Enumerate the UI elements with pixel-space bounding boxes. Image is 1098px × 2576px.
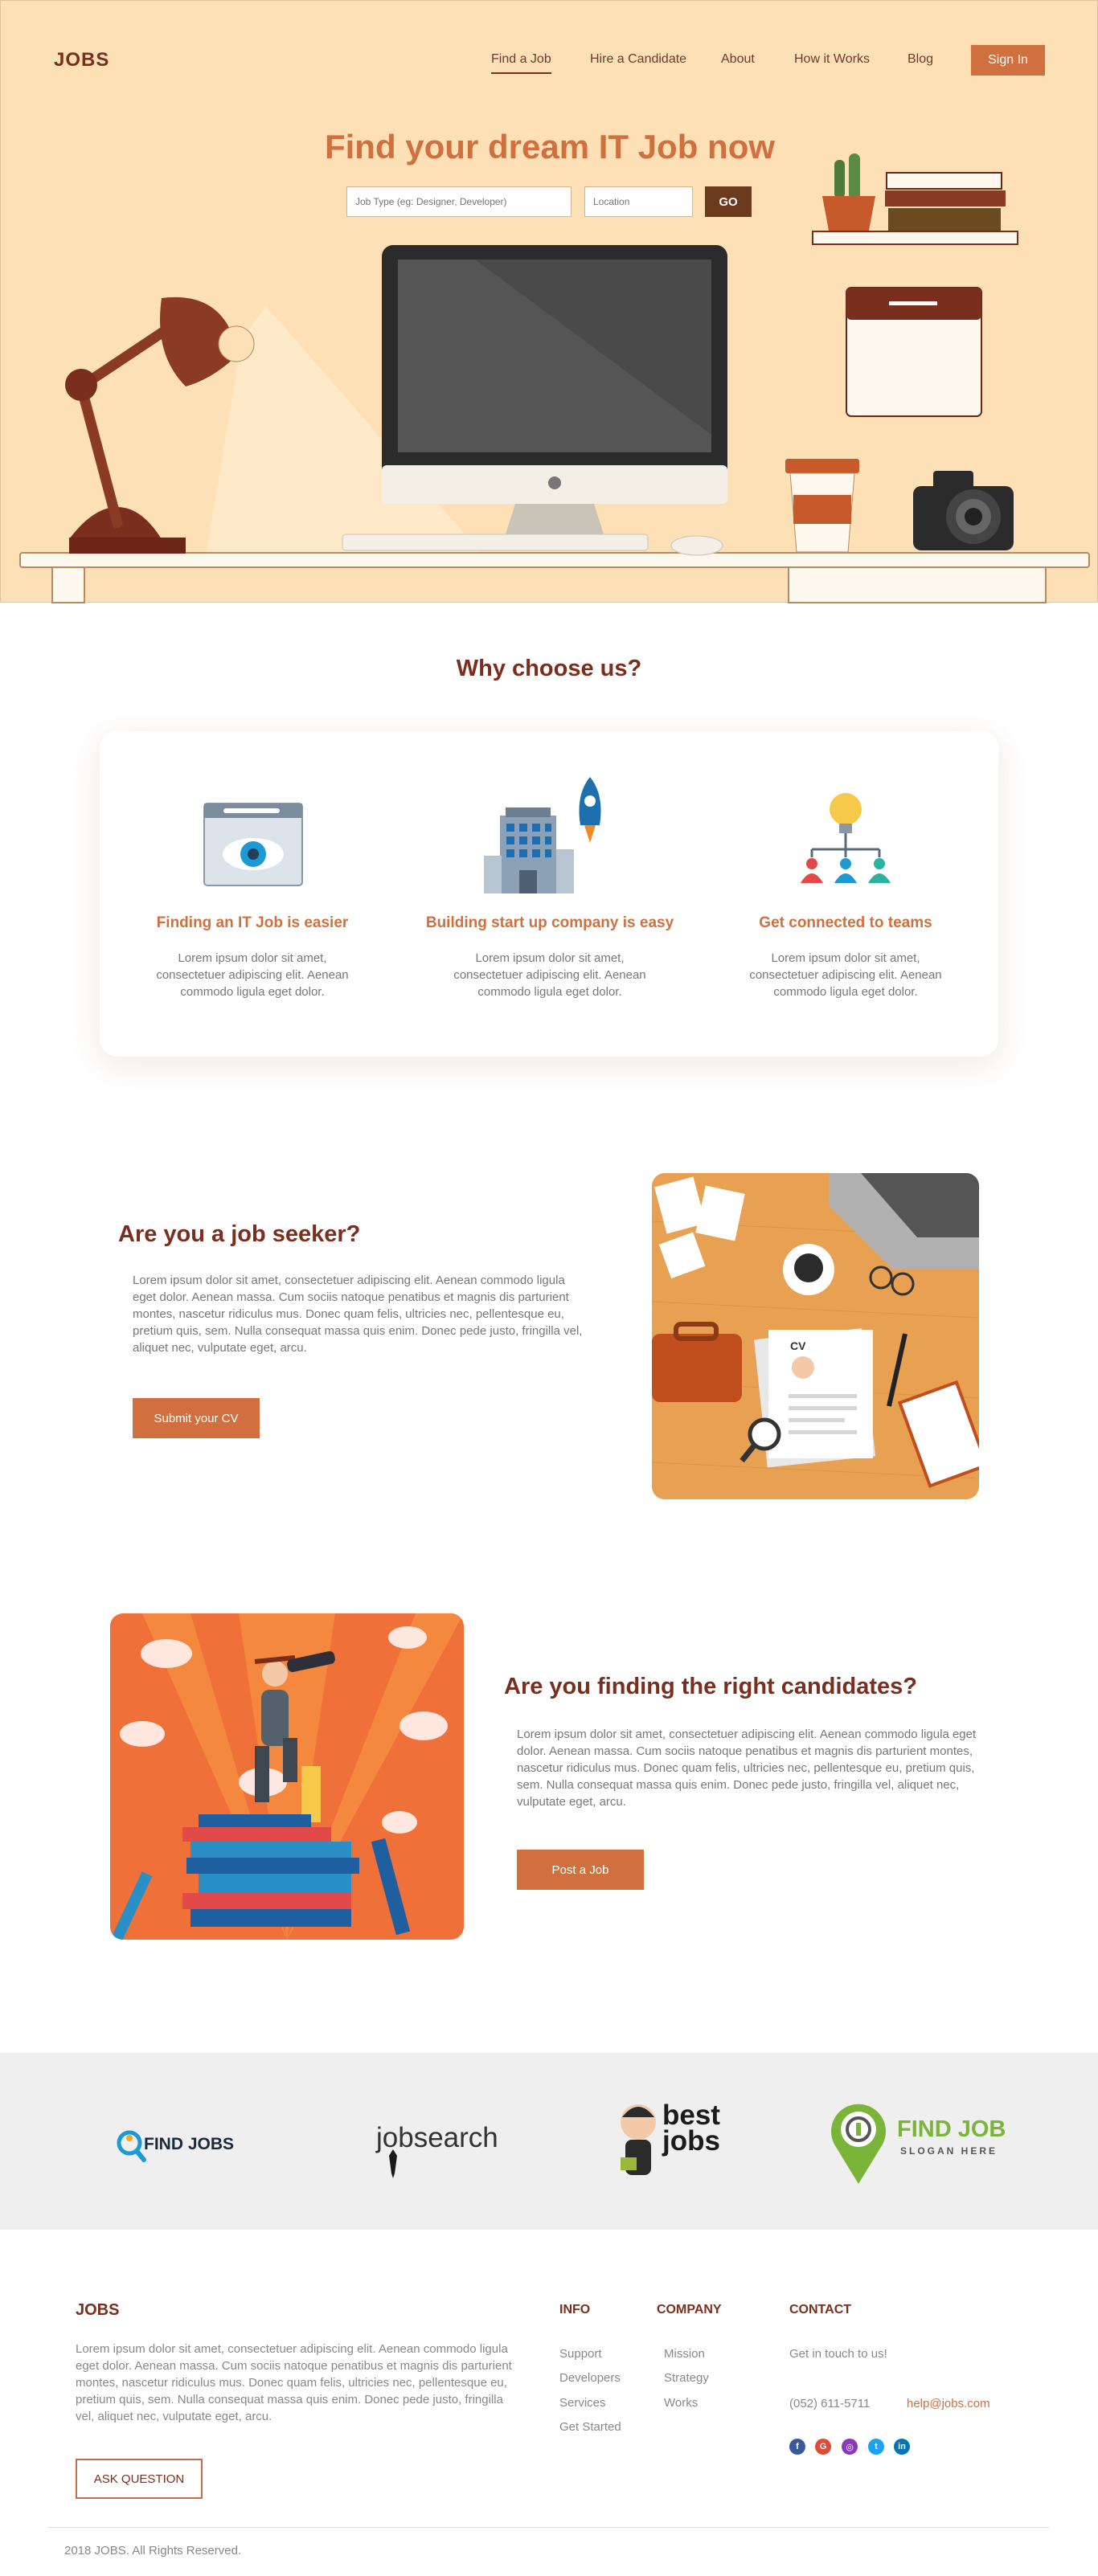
post-a-job-button[interactable]: Post a Job [517,1850,644,1890]
desk-topview-art: CV [652,1173,979,1488]
footer-link-developers[interactable]: Developers [559,2371,621,2385]
footer-info-title: INFO [559,2303,591,2316]
instagram-icon[interactable]: ◎ [842,2439,858,2455]
footer-email[interactable]: help@jobs.com [907,2397,990,2410]
feature-title: Finding an IT Job is easier [156,914,349,931]
feature-item: Finding an IT Job is easier Lorem ipsum … [124,731,381,1057]
features-card: Finding an IT Job is easier Lorem ipsum … [100,731,998,1057]
briefcase-icon [652,1322,742,1402]
coffee-icon [783,1244,834,1295]
glasses-icon [869,1266,915,1296]
hero-section: JOBS Find a Job Hire a Candidate About H… [0,0,1098,603]
job-seeker-title: Are you a job seeker? [118,1221,361,1247]
nav-hire-a-candidate[interactable]: Hire a Candidate [590,52,686,67]
pen-icon [887,1333,907,1407]
books-stack-icon [111,1814,411,1940]
coffee-cup-icon [785,459,859,553]
site-logo[interactable]: JOBS [54,49,109,72]
desk-topview-illustration: CV [652,1173,979,1499]
partners-strip: FIND JOBS jobsearch best jobs FIND JOB S… [0,2053,1098,2230]
page: JOBS Find a Job Hire a Candidate About H… [0,0,1098,2576]
calendar-icon [846,287,982,417]
footer-logo[interactable]: JOBS [76,2301,119,2320]
feature-description: Lorem ipsum dolor sit amet, consectetuer… [453,951,646,999]
partner-tagline: SLOGAN HERE [900,2145,998,2157]
feature-title: Building start up company is easy [425,914,674,931]
linkedin-icon[interactable]: in [894,2439,910,2455]
building-rocket-icon [484,777,601,893]
why-title: Why choose us? [456,656,642,681]
feature-title: Get connected to teams [759,914,932,931]
location-input[interactable] [584,186,693,217]
feature-description: Lorem ipsum dolor sit amet, consectetuer… [749,951,942,999]
nav-find-a-job[interactable]: Find a Job [491,52,551,74]
copyright-text: 2018 JOBS. All Rights Reserved. [64,2544,242,2558]
tie-icon [389,2149,397,2178]
partner-name: FIND JOB [897,2116,1006,2142]
papers-icon [654,1176,745,1279]
job-type-input[interactable] [346,186,572,217]
footer-link-strategy[interactable]: Strategy [664,2371,709,2385]
man-with-briefcase-icon [621,2104,656,2175]
submit-cv-button[interactable]: Submit your CV [133,1398,260,1438]
main-nav: Find a Job Hire a Candidate About How it… [467,45,1046,76]
nav-about[interactable]: About [721,52,755,67]
feature-item: Get connected to teams Lorem ipsum dolor… [717,731,974,1057]
job-seeker-text: Lorem ipsum dolor sit amet, consectetuer… [133,1274,583,1355]
cv-label: CV [790,1339,806,1352]
hero-title: Find your dream IT Job now [324,128,776,166]
footer-divider [48,2527,1050,2528]
sign-in-button[interactable]: Sign In [971,45,1045,76]
partner-logo-jobsearch[interactable]: jobsearch [376,2117,513,2181]
ask-question-button[interactable]: ASK QUESTION [76,2459,203,2499]
candidate-search-illustration [110,1613,464,1940]
footer-link-works[interactable]: Works [664,2396,698,2410]
footer-contact-text: Get in touch to us! [789,2347,887,2361]
nav-how-it-works[interactable]: How it Works [794,52,870,67]
candidates-text: Lorem ipsum dolor sit amet, consectetuer… [517,1728,977,1809]
feature-description: Lorem ipsum dolor sit amet, consectetuer… [156,951,349,999]
partner-logo-find-jobs[interactable]: FIND JOBS [115,2125,252,2162]
candidates-title: Are you finding the right candidates? [504,1674,917,1699]
partner-logo-best-jobs[interactable]: best jobs [617,2101,730,2181]
map-pin-icon [831,2104,886,2184]
magnifier-person-icon [117,2130,146,2162]
twitter-icon[interactable]: t [868,2439,884,2455]
footer-link-support[interactable]: Support [559,2347,602,2361]
candidate-search-art [111,1613,464,1940]
google-plus-icon[interactable]: G [815,2439,831,2455]
footer-phone[interactable]: (052) 611-5711 [789,2397,870,2410]
footer-about-text: Lorem ipsum dolor sit amet, consectetuer… [76,2342,512,2423]
feature-item: Building start up company is easy Lorem … [421,731,678,1057]
books-icon [885,172,1006,231]
partner-name: best jobs [662,2100,720,2157]
team-network-icon [801,793,891,883]
facebook-icon[interactable]: f [789,2439,805,2455]
laptop-icon [829,1173,979,1270]
nav-blog[interactable]: Blog [907,52,933,67]
desk-illustration [19,153,1090,603]
camera-icon [913,471,1014,550]
browser-eye-icon [203,803,303,886]
footer-contact-title: CONTACT [789,2303,852,2316]
footer-link-services[interactable]: Services [559,2396,606,2410]
footer-company-title: COMPANY [657,2303,722,2316]
footer-link-get-started[interactable]: Get Started [559,2420,621,2434]
partner-name: FIND JOBS [144,2135,235,2153]
footer-link-mission[interactable]: Mission [664,2347,705,2361]
go-button[interactable]: GO [705,186,752,217]
partner-logo-find-job[interactable]: FIND JOB SLOGAN HERE [826,2097,1027,2186]
